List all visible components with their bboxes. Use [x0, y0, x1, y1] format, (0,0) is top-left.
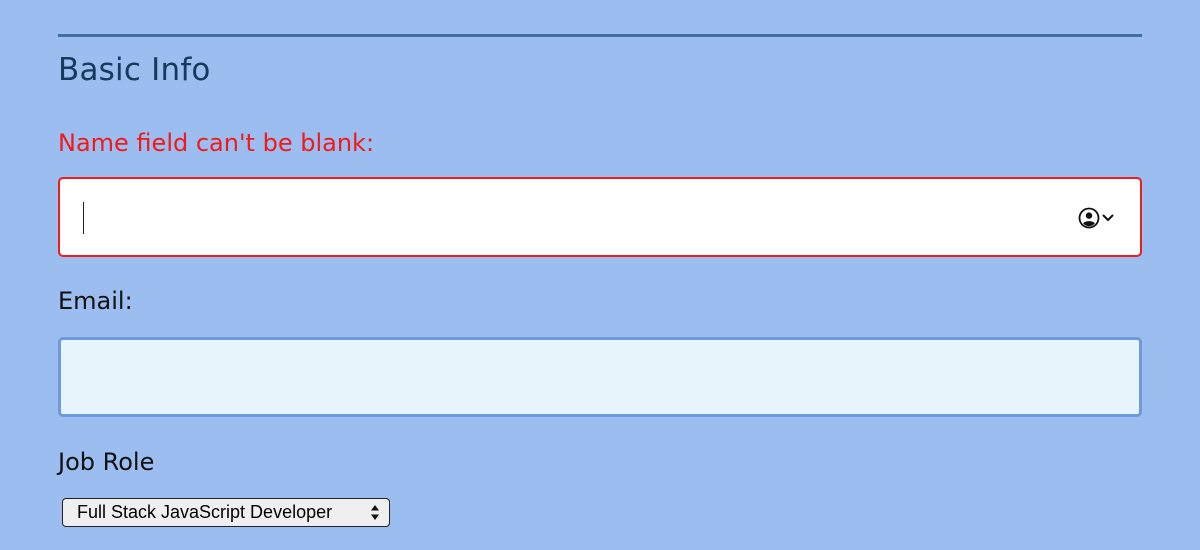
job-role-select[interactable]: Full Stack JavaScript Developer [62, 498, 390, 527]
job-role-label: Job Role [58, 448, 155, 476]
contact-card-icon [1078, 207, 1100, 229]
job-role-selected-value: Full Stack JavaScript Developer [77, 502, 333, 522]
email-input[interactable] [58, 337, 1142, 417]
select-arrows-icon [371, 505, 379, 520]
autofill-button[interactable] [1078, 206, 1114, 230]
text-caret [83, 202, 84, 234]
section-divider [58, 34, 1142, 37]
name-input[interactable] [58, 177, 1142, 257]
chevron-down-icon [1102, 214, 1114, 221]
name-error-label: Name field can't be blank: [58, 129, 375, 157]
section-legend: Basic Info [58, 52, 211, 88]
email-label: Email: [58, 287, 133, 315]
